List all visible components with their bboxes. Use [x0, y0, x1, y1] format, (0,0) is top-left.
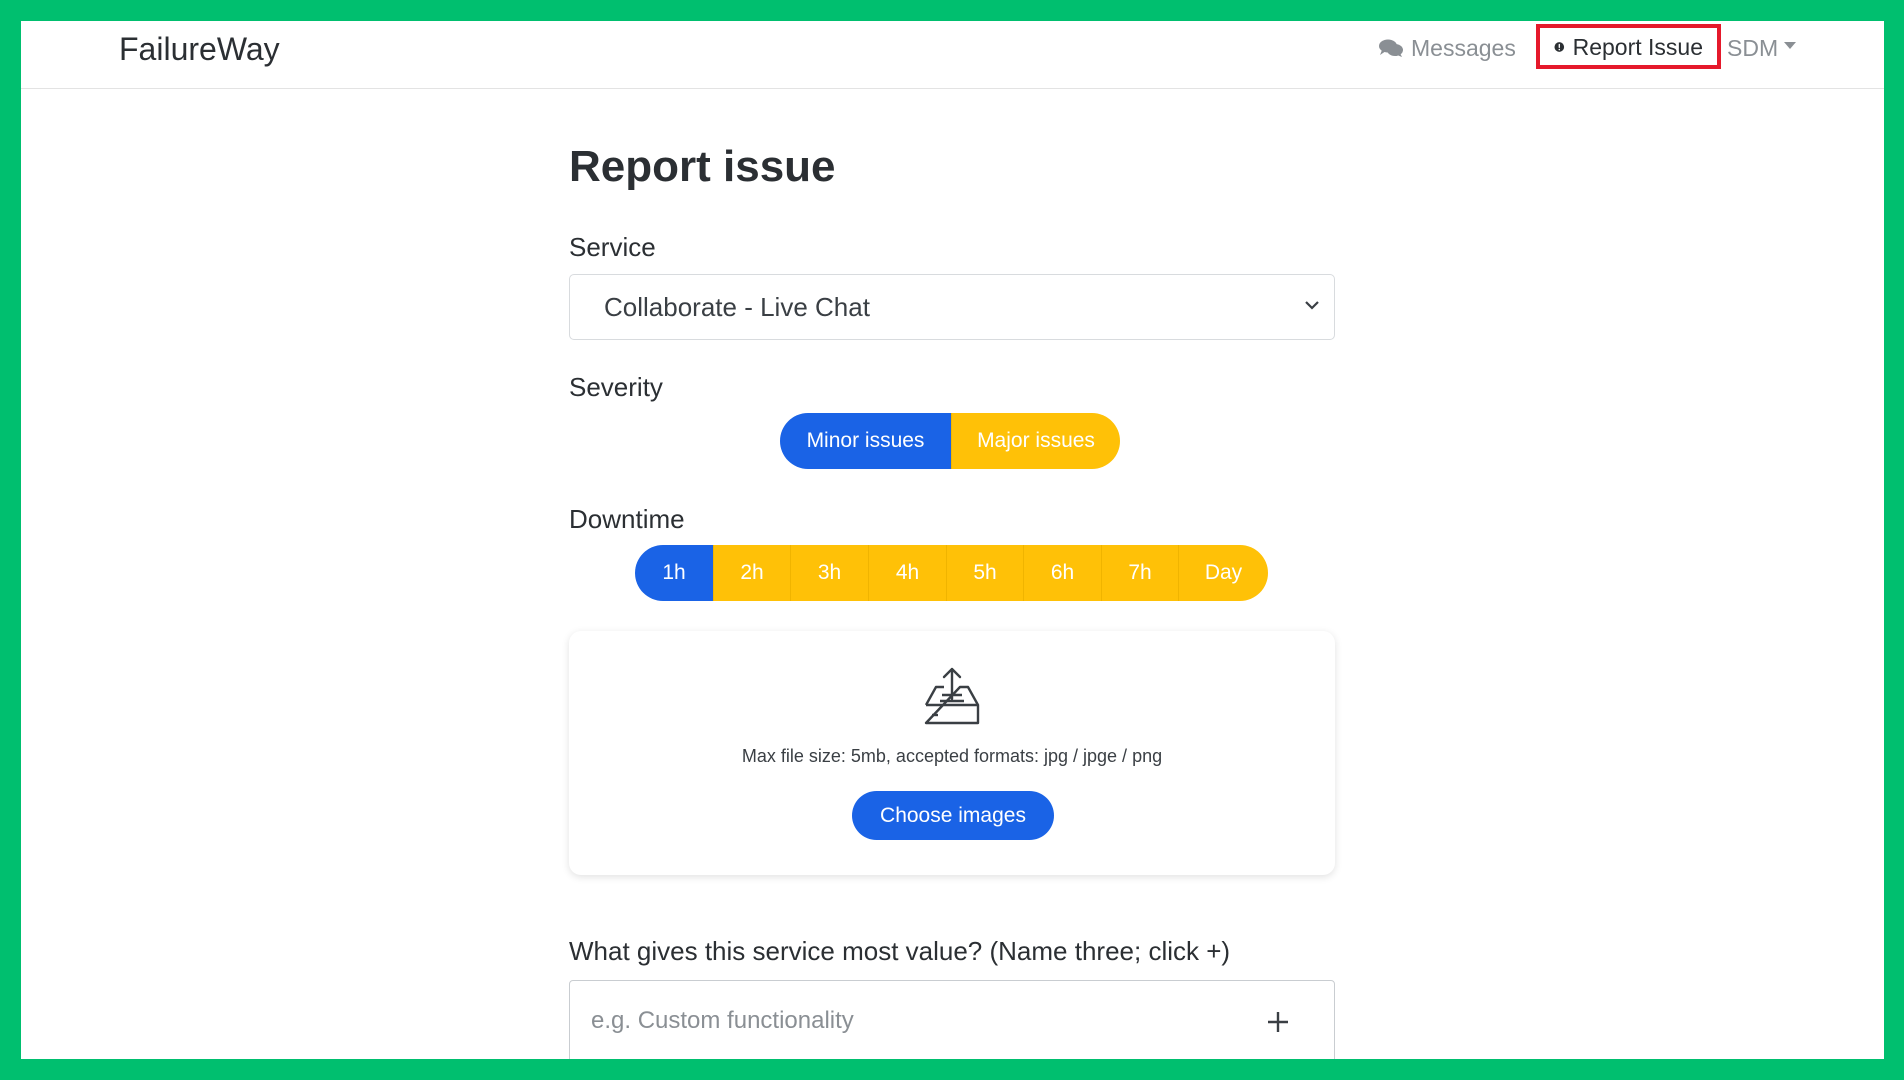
downtime-3h-button[interactable]: 3h	[791, 545, 869, 601]
image-upload-dropzone[interactable]: Max file size: 5mb, accepted formats: jp…	[569, 631, 1335, 875]
downtime-6h-button[interactable]: 6h	[1024, 545, 1102, 601]
downtime-4h-button[interactable]: 4h	[869, 545, 947, 601]
navbar: FailureWay Messages Report Issue SDM	[21, 21, 1884, 89]
plus-icon[interactable]	[1266, 1010, 1290, 1034]
service-select[interactable]: Collaborate - Live Chat	[569, 274, 1335, 340]
user-label: SDM	[1727, 35, 1779, 61]
chevron-down-icon	[1305, 301, 1319, 310]
upload-tray-icon	[924, 667, 980, 725]
downtime-day-button[interactable]: Day	[1179, 545, 1268, 601]
value-question-label: What gives this service most value? (Nam…	[569, 936, 1231, 966]
severity-minor-button[interactable]: Minor issues	[780, 413, 952, 469]
app-frame: FailureWay Messages Report Issue SDM Rep…	[21, 21, 1884, 1059]
service-label: Service	[569, 232, 656, 262]
severity-label: Severity	[569, 372, 663, 402]
downtime-7h-button[interactable]: 7h	[1102, 545, 1179, 601]
downtime-1h-button[interactable]: 1h	[635, 545, 714, 601]
value-input-group: e.g. Custom functionality	[569, 980, 1335, 1059]
messages-link[interactable]: Messages	[1379, 33, 1516, 63]
downtime-2h-button[interactable]: 2h	[714, 545, 791, 601]
caret-down-icon	[1784, 41, 1797, 49]
downtime-toggle: 1h 2h 3h 4h 5h 6h 7h Day	[635, 545, 1268, 601]
severity-major-button[interactable]: Major issues	[952, 413, 1120, 469]
choose-images-button[interactable]: Choose images	[852, 791, 1054, 840]
report-issue-label: Report Issue	[1572, 33, 1703, 60]
comments-icon	[1379, 39, 1403, 57]
messages-label: Messages	[1411, 35, 1516, 61]
report-issue-link[interactable]: Report Issue	[1536, 24, 1721, 69]
downtime-label: Downtime	[569, 504, 685, 534]
value-input-field[interactable]: e.g. Custom functionality	[591, 1007, 854, 1035]
severity-toggle: Minor issues Major issues	[780, 413, 1120, 469]
upload-note: Max file size: 5mb, accepted formats: jp…	[741, 746, 1163, 766]
exclamation-circle-icon	[1554, 41, 1565, 52]
page-title: Report issue	[569, 142, 836, 191]
downtime-5h-button[interactable]: 5h	[947, 545, 1024, 601]
service-selected-value: Collaborate - Live Chat	[604, 292, 870, 322]
brand-logo[interactable]: FailureWay	[119, 29, 280, 69]
user-dropdown[interactable]: SDM	[1727, 33, 1797, 63]
